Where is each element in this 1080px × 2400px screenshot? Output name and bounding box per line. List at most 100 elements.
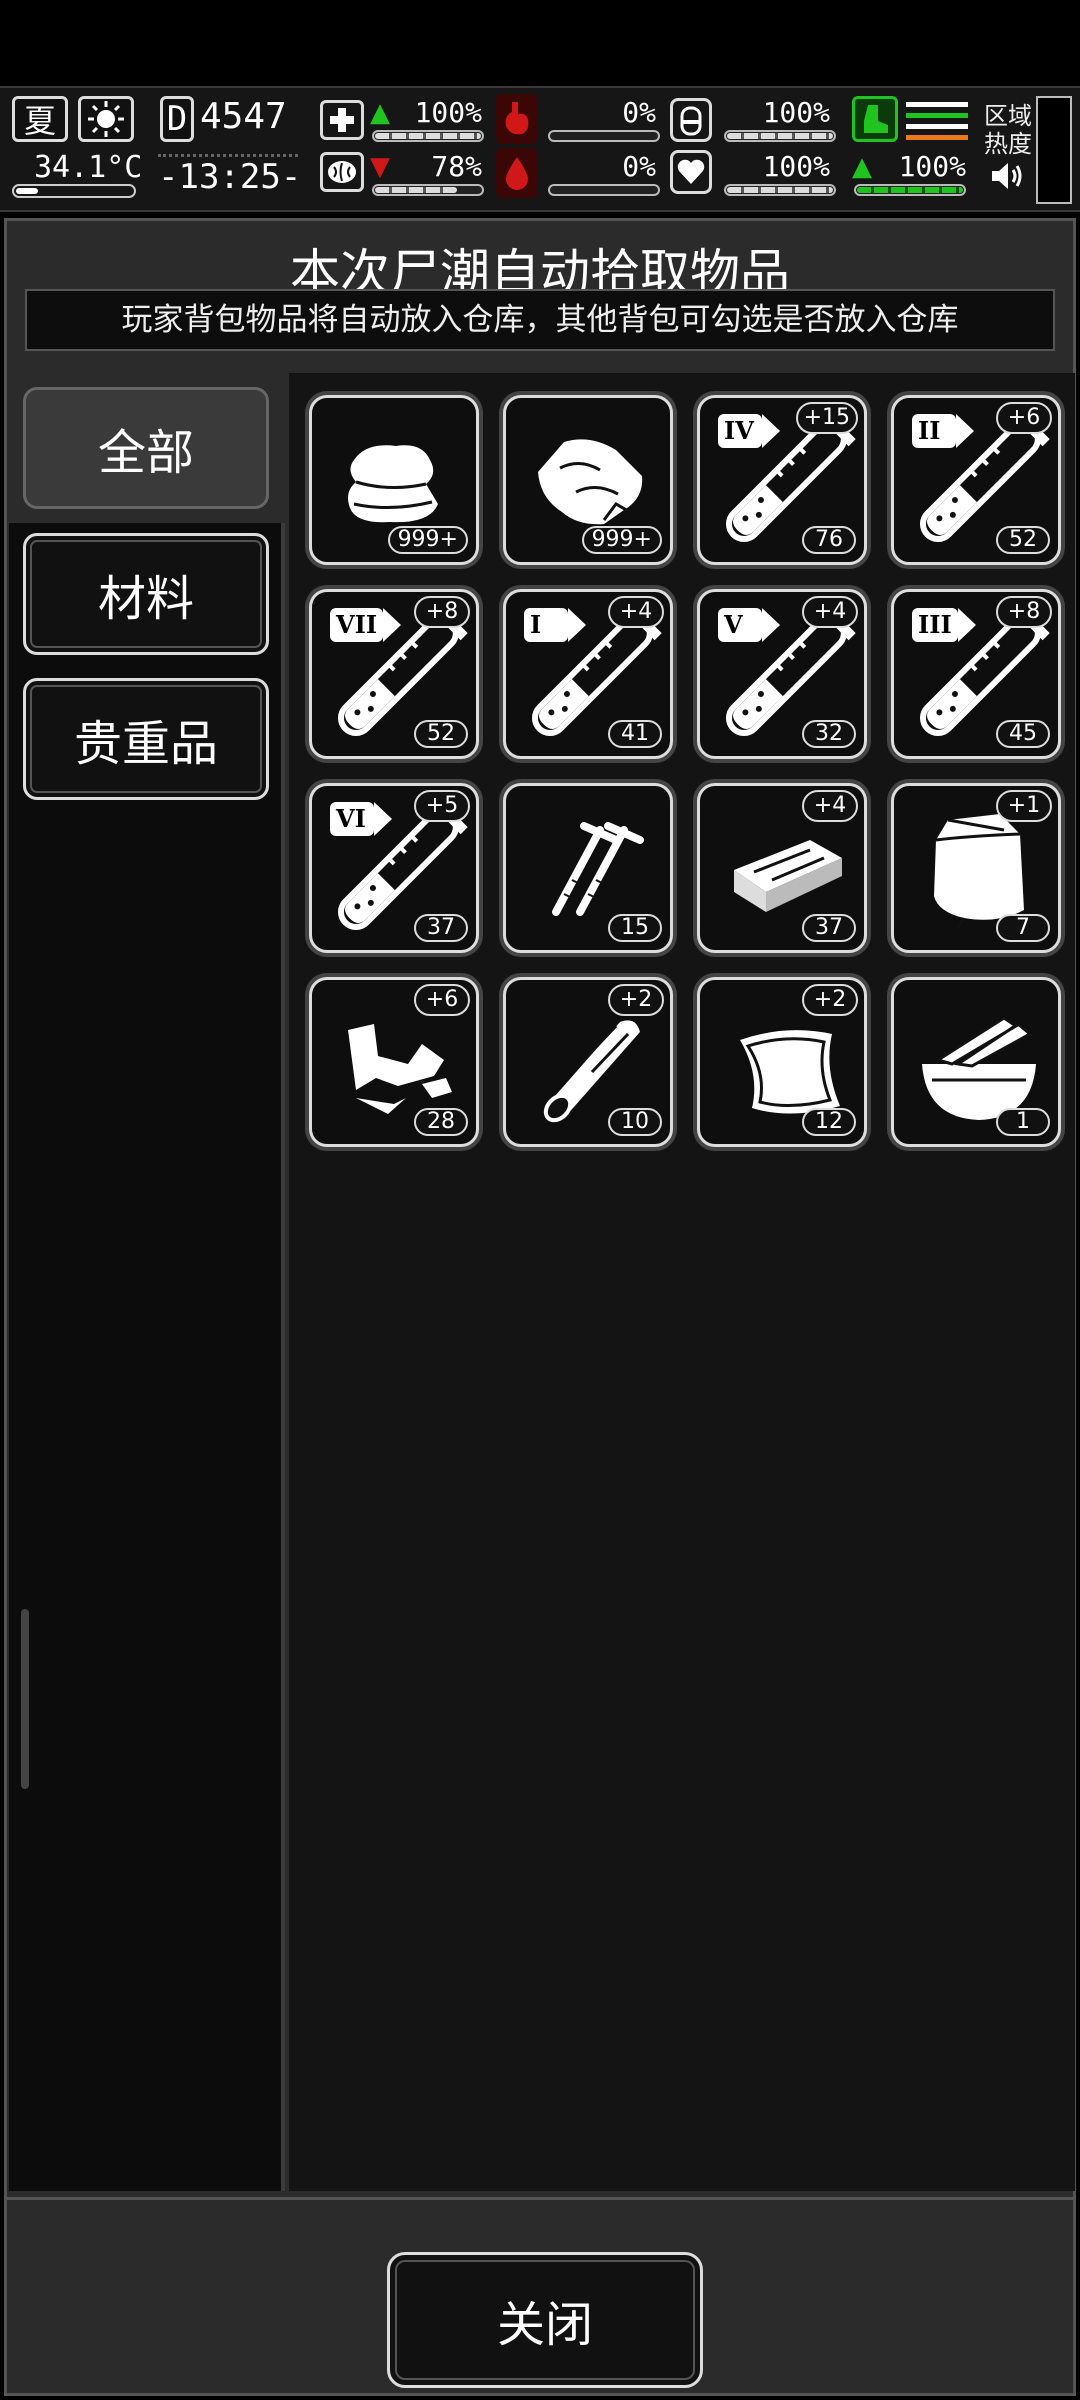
- item-slot[interactable]: 1: [891, 977, 1061, 1147]
- item-slot[interactable]: +4 37: [697, 783, 867, 953]
- sidebar-scrollbar[interactable]: [21, 1609, 29, 1789]
- stomach-icon: [496, 94, 538, 144]
- item-count: 76: [802, 526, 856, 554]
- water-value: 100%: [762, 96, 830, 129]
- tier-badge: I: [524, 608, 586, 642]
- arrow-up-icon: ▲: [852, 152, 872, 182]
- item-slot[interactable]: 999+: [503, 395, 673, 565]
- tab-all[interactable]: 全部: [23, 387, 269, 509]
- tab-all-label: 全部: [97, 425, 194, 481]
- item-slot[interactable]: III +8 45: [891, 589, 1061, 759]
- item-count: 37: [414, 914, 468, 942]
- item-count: 7: [996, 914, 1050, 942]
- day-icon: D: [160, 96, 194, 142]
- tier-badge: IV: [718, 414, 780, 448]
- gain-badge: +1: [996, 790, 1052, 822]
- gain-badge: +2: [608, 984, 664, 1016]
- tab-valuables-label: 贵重品: [73, 716, 218, 772]
- item-count: 52: [996, 526, 1050, 554]
- gain-badge: +4: [802, 790, 858, 822]
- gain-badge: +4: [608, 596, 664, 628]
- item-count: 12: [802, 1108, 856, 1136]
- water-bar: [724, 130, 836, 142]
- gain-badge: +15: [795, 402, 858, 434]
- item-count: 999+: [387, 526, 468, 554]
- item-count: 15: [608, 914, 662, 942]
- item-count: 52: [414, 720, 468, 748]
- status-hud: 夏 34.1°C D 4547 -13:25- ▲ 100% ▼ 78% 0% …: [0, 86, 1080, 212]
- item-slot[interactable]: I +4 41: [503, 589, 673, 759]
- item-slot[interactable]: 999+: [309, 395, 479, 565]
- boot-icon: [852, 96, 898, 142]
- health-fill: [375, 133, 481, 139]
- gain-badge: +6: [414, 984, 470, 1016]
- item-count: 41: [608, 720, 662, 748]
- season-badge: 夏: [12, 96, 68, 142]
- stomach-value: 0%: [622, 96, 656, 129]
- item-grid: 999+ 999+ IV +15 76 II +6 52 VII +8 52 I +4 41 V +4 32 II…: [289, 373, 1075, 2191]
- zone-label: 区域 热度: [984, 102, 1032, 158]
- stomach-bar: [548, 130, 660, 142]
- item-count: 32: [802, 720, 856, 748]
- gain-badge: +8: [414, 596, 470, 628]
- gain-badge: +8: [996, 596, 1052, 628]
- blood-value: 0%: [622, 150, 656, 183]
- item-count: 28: [414, 1108, 468, 1136]
- thermometer-icon: [12, 184, 136, 198]
- medkit-icon: [320, 100, 364, 140]
- sun-icon: [78, 96, 134, 142]
- item-slot[interactable]: +2 12: [697, 977, 867, 1147]
- close-button-label: 关闭: [496, 2297, 593, 2353]
- health-value: 100%: [414, 96, 482, 129]
- health-bar: [372, 130, 484, 142]
- stamina-bar: [854, 184, 966, 196]
- gain-badge: +4: [802, 596, 858, 628]
- blood-bar: [548, 184, 660, 196]
- item-slot[interactable]: V +4 32: [697, 589, 867, 759]
- panel-subtitle: 玩家背包物品将自动放入仓库，其他背包可勾选是否放入仓库: [25, 289, 1055, 351]
- heart-fill: [727, 187, 833, 193]
- day-counter: 4547: [200, 96, 287, 137]
- item-slot[interactable]: VII +8 52: [309, 589, 479, 759]
- mind-fill: [375, 187, 458, 193]
- item-slot[interactable]: IV +15 76: [697, 395, 867, 565]
- item-count: 10: [608, 1108, 662, 1136]
- item-slot[interactable]: +2 10: [503, 977, 673, 1147]
- speaker-icon[interactable]: [990, 160, 1026, 196]
- tab-materials-label: 材料: [97, 571, 194, 627]
- heart-value: 100%: [762, 150, 830, 183]
- tier-badge: II: [912, 414, 974, 448]
- stamina-fill: [857, 187, 963, 193]
- loot-panel: 本次尸潮自动拾取物品 玩家背包物品将自动放入仓库，其他背包可勾选是否放入仓库 全…: [4, 218, 1076, 2396]
- heart-icon: [670, 150, 712, 194]
- tier-badge: III: [912, 608, 976, 642]
- water-fill: [727, 133, 833, 139]
- season-label: 夏: [23, 102, 56, 140]
- category-sidebar: 全部 材料 贵重品: [9, 373, 285, 2191]
- item-slot[interactable]: +1 7: [891, 783, 1061, 953]
- close-button[interactable]: 关闭: [387, 2252, 703, 2388]
- item-slot[interactable]: II +6 52: [891, 395, 1061, 565]
- item-slot[interactable]: 15: [503, 783, 673, 953]
- zone-heat-meter: [1036, 96, 1072, 204]
- tab-valuables[interactable]: 贵重品: [23, 678, 269, 800]
- temperature-readout: 34.1°C: [34, 150, 143, 185]
- tier-badge: VI: [330, 802, 392, 836]
- item-slot[interactable]: VI +5 37: [309, 783, 479, 953]
- heart-bar: [724, 184, 836, 196]
- item-count: 1: [996, 1108, 1050, 1136]
- gain-badge: +6: [996, 402, 1052, 434]
- item-count: 37: [802, 914, 856, 942]
- gain-badge: +2: [802, 984, 858, 1016]
- mind-value: 78%: [431, 150, 482, 183]
- item-count: 45: [996, 720, 1050, 748]
- item-count: 999+: [581, 526, 662, 554]
- stamina-value: 100%: [898, 150, 966, 183]
- blood-drop-icon: [496, 148, 538, 198]
- bottom-bar: 关闭: [7, 2197, 1073, 2393]
- speed-lines-icon: [906, 100, 970, 140]
- mind-bar: [372, 184, 484, 196]
- tab-materials[interactable]: 材料: [23, 533, 269, 655]
- item-slot[interactable]: +6 28: [309, 977, 479, 1147]
- tier-badge: V: [718, 608, 780, 642]
